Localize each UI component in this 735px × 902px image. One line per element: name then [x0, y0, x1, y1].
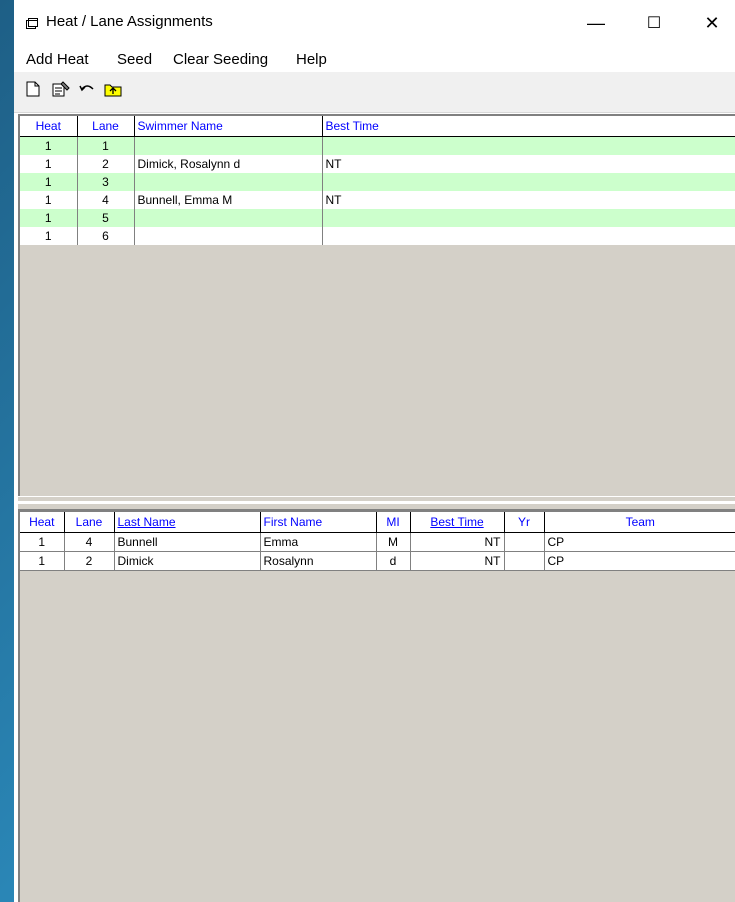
col-lane-header[interactable]: Lane [77, 116, 135, 137]
first-name-cell: Emma [260, 532, 377, 552]
heat-cell: 1 [20, 227, 78, 245]
menu-add-heat[interactable]: Add Heat [26, 51, 89, 68]
menu-bar: Add Heat Seed Clear Seeding Help [14, 46, 735, 72]
table-row[interactable]: 1 5 [20, 209, 735, 227]
maximize-button[interactable]: ☐ [631, 0, 677, 46]
yr-cell [504, 532, 545, 552]
new-page-icon[interactable] [24, 80, 42, 98]
lane-cell: 3 [77, 173, 135, 191]
best-time-cell: NT [410, 532, 505, 552]
best-time-cell: NT [410, 551, 505, 571]
minimize-button[interactable]: — [573, 0, 619, 46]
close-icon: ✕ [704, 12, 720, 33]
heat-cell: 1 [20, 532, 65, 552]
col-heat-header[interactable]: Heat [20, 116, 78, 137]
swimmer-name-cell[interactable] [134, 173, 323, 191]
heat-cell: 1 [20, 136, 78, 155]
heat-cell: 1 [20, 551, 65, 571]
first-name-cell: Rosalynn [260, 551, 377, 571]
col-lane-header[interactable]: Lane [64, 512, 115, 533]
menu-help[interactable]: Help [296, 51, 327, 68]
entries-pane: Heat Lane Last Name First Name MI Best T… [18, 510, 735, 902]
heat-cell: 1 [20, 209, 78, 227]
team-cell: CP [544, 551, 735, 571]
lane-cell: 2 [64, 551, 115, 571]
pane-splitter[interactable] [18, 496, 735, 510]
mi-cell: M [376, 532, 411, 552]
col-heat-header[interactable]: Heat [20, 512, 65, 533]
col-team-header[interactable]: Team [544, 512, 735, 533]
best-time-cell [322, 173, 735, 191]
yr-cell [504, 551, 545, 571]
lane-cell: 6 [77, 227, 135, 245]
toolbar [14, 72, 735, 113]
last-name-cell: Dimick [114, 551, 261, 571]
menu-clear-seeding[interactable]: Clear Seeding [173, 51, 268, 68]
heat-lane-window: Heat / Lane Assignments — ☐ ✕ Add Heat S… [14, 0, 735, 902]
lane-assignments-grid: Heat Lane Swimmer Name Best Time 1 1 1 2… [20, 116, 735, 245]
best-time-cell [322, 227, 735, 245]
col-first-name-header[interactable]: First Name [260, 512, 377, 533]
col-swimmer-name-header[interactable]: Swimmer Name [134, 116, 323, 137]
col-mi-header[interactable]: MI [376, 512, 411, 533]
team-cell: CP [544, 532, 735, 552]
maximize-icon: ☐ [646, 15, 662, 32]
grid-header-row: Heat Lane Last Name First Name MI Best T… [20, 512, 735, 533]
mi-cell: d [376, 551, 411, 571]
lane-cell: 4 [64, 532, 115, 552]
lane-assignments-pane: Heat Lane Swimmer Name Best Time 1 1 1 2… [18, 114, 735, 496]
lane-cell: 2 [77, 155, 135, 173]
table-row[interactable]: 1 4 Bunnell, Emma M NT [20, 191, 735, 209]
swimmer-name-cell[interactable]: Bunnell, Emma M [134, 191, 323, 209]
col-last-name-header[interactable]: Last Name [114, 512, 261, 533]
best-time-cell [322, 136, 735, 155]
table-row[interactable]: 1 3 [20, 173, 735, 191]
last-name-cell: Bunnell [114, 532, 261, 552]
swimmer-name-cell[interactable] [134, 227, 323, 245]
col-yr-header[interactable]: Yr [504, 512, 545, 533]
app-window-icon [26, 17, 38, 29]
entries-grid: Heat Lane Last Name First Name MI Best T… [20, 512, 735, 571]
table-row[interactable]: 1 1 [20, 136, 735, 155]
folder-up-icon[interactable] [104, 80, 122, 98]
best-time-cell: NT [322, 155, 735, 173]
close-button[interactable]: ✕ [689, 0, 735, 46]
best-time-cell [322, 209, 735, 227]
table-row[interactable]: 1 2 Dimick, Rosalynn d NT [20, 155, 735, 173]
heat-cell: 1 [20, 173, 78, 191]
splitter-line [18, 501, 735, 504]
table-row[interactable]: 1 2 Dimick Rosalynn d NT CP [20, 551, 735, 571]
undo-icon[interactable] [78, 80, 96, 98]
swimmer-name-cell[interactable] [134, 209, 323, 227]
lane-cell: 5 [77, 209, 135, 227]
heat-cell: 1 [20, 191, 78, 209]
best-time-cell: NT [322, 191, 735, 209]
col-best-time-header[interactable]: Best Time [322, 116, 735, 137]
minimize-icon: — [587, 12, 605, 33]
lane-cell: 4 [77, 191, 135, 209]
swimmer-name-cell[interactable] [134, 136, 323, 155]
menu-seed[interactable]: Seed [117, 51, 152, 68]
col-best-time-header[interactable]: Best Time [410, 512, 505, 533]
title-bar[interactable]: Heat / Lane Assignments — ☐ ✕ [14, 0, 735, 46]
properties-icon[interactable] [52, 80, 70, 98]
table-row[interactable]: 1 6 [20, 227, 735, 245]
grid-header-row: Heat Lane Swimmer Name Best Time [20, 116, 735, 137]
heat-cell: 1 [20, 155, 78, 173]
table-row[interactable]: 1 4 Bunnell Emma M NT CP [20, 532, 735, 552]
lane-cell: 1 [77, 136, 135, 155]
window-title: Heat / Lane Assignments [46, 13, 213, 30]
swimmer-name-cell[interactable]: Dimick, Rosalynn d [134, 155, 323, 173]
